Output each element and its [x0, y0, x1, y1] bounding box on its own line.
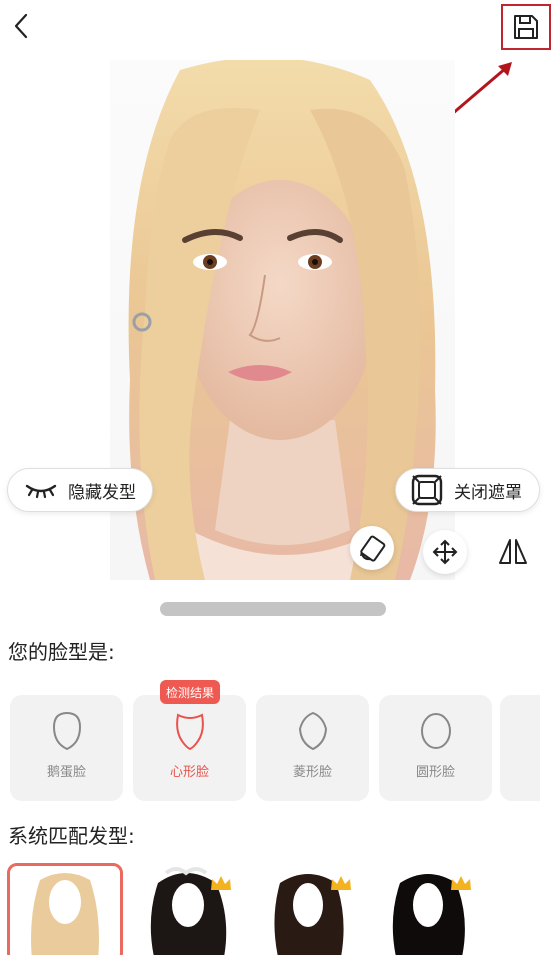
- heart-face-icon: [175, 713, 204, 751]
- hairstyle-item[interactable]: [376, 863, 492, 955]
- closed-eye-icon: [25, 484, 57, 499]
- oval-face-icon: [52, 711, 81, 751]
- rotate-button[interactable]: [350, 526, 394, 570]
- save-floppy-icon: [514, 15, 538, 39]
- flip-button[interactable]: [496, 535, 530, 569]
- move-arrows-icon: [432, 539, 458, 565]
- hairstyle-item[interactable]: [136, 863, 252, 955]
- face-shape-oval[interactable]: 鹅蛋脸: [10, 695, 123, 801]
- face-shape-list: 鹅蛋脸 心形脸 菱形脸 圆形脸 方: [10, 695, 540, 803]
- crown-vip-icon: [451, 876, 471, 890]
- hide-hairstyle-label: 隐藏发型: [68, 482, 136, 503]
- close-mask-button[interactable]: 关闭遮罩: [395, 468, 540, 512]
- move-button[interactable]: [423, 530, 467, 574]
- chevron-left-icon: [14, 13, 28, 39]
- face-shape-label: 鹅蛋脸: [46, 765, 86, 780]
- hairstyle-item[interactable]: [256, 863, 372, 955]
- face-shape-square[interactable]: 方: [500, 695, 540, 801]
- panel-drag-handle[interactable]: [160, 602, 386, 616]
- round-face-icon: [420, 713, 451, 749]
- rotate-image-icon: [360, 535, 386, 562]
- face-shape-title: 您的脸型是:: [8, 640, 115, 664]
- back-button[interactable]: [6, 8, 36, 44]
- top-bar: [0, 0, 555, 56]
- crown-vip-icon: [331, 876, 351, 890]
- face-shape-diamond[interactable]: 菱形脸: [256, 695, 369, 801]
- crown-vip-icon: [211, 876, 231, 890]
- face-shape-label: 圆形脸: [415, 765, 455, 780]
- diamond-face-icon: [298, 711, 327, 751]
- face-shape-label: 菱形脸: [292, 765, 332, 780]
- face-shape-round[interactable]: 圆形脸: [379, 695, 492, 801]
- flip-horizontal-icon: [499, 539, 527, 564]
- hairstyle-thumbnail: [31, 873, 99, 955]
- face-shape-label: 心形脸: [169, 765, 209, 780]
- hairstyle-list: [0, 858, 555, 955]
- mask-icon: [411, 474, 443, 506]
- face-shape-heart[interactable]: 心形脸: [133, 695, 246, 801]
- hide-hairstyle-button[interactable]: 隐藏发型: [7, 468, 153, 512]
- hairstyle-item[interactable]: [7, 863, 123, 955]
- matched-hairstyles-title: 系统匹配发型:: [8, 824, 135, 848]
- detect-result-badge: 检测结果: [160, 680, 221, 704]
- close-mask-label: 关闭遮罩: [454, 482, 522, 503]
- save-button[interactable]: [501, 4, 551, 50]
